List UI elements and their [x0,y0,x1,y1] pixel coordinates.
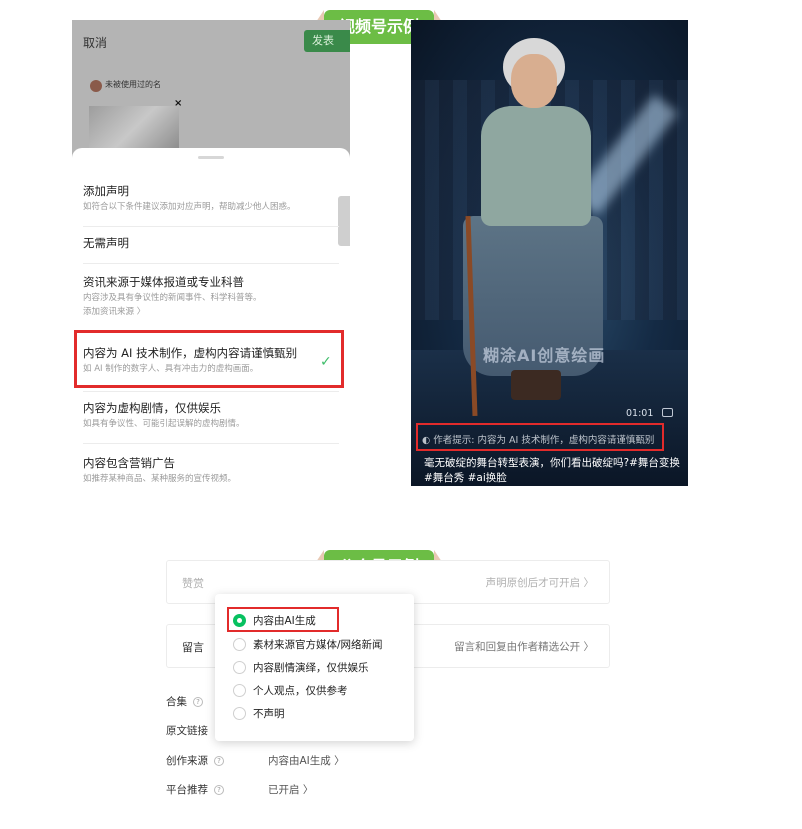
highlight-box [227,607,339,632]
appreciate-label: 赞赏 [182,577,204,590]
divider [83,443,339,444]
video-caption: 毫无破绽的舞台转型表演，你们看出破绽吗?#舞台变换 #舞台秀 #ai换脸 [424,457,680,484]
highlight-box [416,423,664,451]
avatar [90,80,102,92]
unused-name-label: 未被使用过的名 [105,80,161,89]
video-player[interactable]: 糊涂AI创意绘画 01:01 ◐ 作者提示: 内容为 AI 技术制作，虚构内容请… [411,20,688,486]
option-label: 内容剧情演绎，仅供娱乐 [253,662,369,674]
divider [83,391,339,392]
option-subtitle: 如具有争议性、可能引起误解的虚构剧情。 [83,419,245,429]
help-icon[interactable]: ? [214,756,224,766]
radio-unselected[interactable] [233,638,246,651]
option-title: 无需声明 [83,236,129,250]
original-link-label: 原文链接 [166,725,208,737]
option-no-declaration[interactable]: 无需声明 [83,236,339,251]
help-icon[interactable]: ? [214,785,224,795]
original-link-row[interactable]: 原文链接 [166,723,208,738]
creation-source-row[interactable]: 创作来源? [166,753,224,768]
radio-unselected[interactable] [233,707,246,720]
option-title: 资讯来源于媒体报道或专业科普 [83,275,244,289]
cancel-button[interactable]: 取消 [83,34,107,51]
publish-button[interactable]: 发表 [304,30,350,52]
figure-face [511,54,557,108]
close-icon[interactable]: × [174,98,182,109]
divider [83,263,339,264]
option-label: 个人观点，仅供参考 [253,685,348,697]
option-title: 内容包含营销广告 [83,456,175,470]
radio-unselected[interactable] [233,684,246,697]
video-thumbnail [89,106,179,152]
declaration-title: 添加声明 [83,184,129,198]
help-icon[interactable]: ? [193,697,203,707]
creation-source-value[interactable]: 内容由AI生成 〉 [268,753,345,768]
figure-torso [481,106,591,226]
creation-source-label: 创作来源 [166,755,208,767]
option-news-source[interactable]: 资讯来源于媒体报道或专业科普 内容涉及具有争议性的新闻事件、科学科普等。 添加资… [83,275,339,319]
declaration-screen: 取消 发表 未被使用过的名 × 添加声明 如符合以下条件建议添加对应声明，帮助减… [72,20,350,486]
option-title: 内容为虚构剧情，仅供娱乐 [83,401,221,415]
platform-recommend-row[interactable]: 平台推荐? [166,782,224,797]
add-news-source-link[interactable]: 添加资讯来源 〉 [83,306,339,319]
declaration-hint: 如符合以下条件建议添加对应声明，帮助减少他人困惑。 [83,202,296,212]
option-subtitle: 如推荐某种商品、某种服务的宣传视频。 [83,474,237,484]
option-label: 素材来源官方媒体/网络新闻 [253,639,383,651]
divider [83,226,339,227]
platform-recommend-value[interactable]: 已开启 〉 [268,782,313,797]
radio-unselected[interactable] [233,661,246,674]
collection-label: 合集 [166,696,187,708]
video-duration: 01:01 [626,408,654,419]
scrollbar[interactable] [338,196,350,246]
watermark: 糊涂AI创意绘画 [483,346,606,365]
platform-recommend-label: 平台推荐 [166,784,208,796]
option-label: 不声明 [253,708,285,720]
declaration-header: 添加声明 如符合以下条件建议添加对应声明，帮助减少他人困惑。 [83,184,339,214]
option-marketing[interactable]: 内容包含营销广告 如推荐某种商品、某种服务的宣传视频。 [83,456,339,486]
comment-icon[interactable] [662,408,673,417]
appreciate-value: 声明原创后才可开启 〉 [485,577,594,589]
comments-label: 留言 [182,641,204,654]
comments-value[interactable]: 留言和回复由作者精选公开 〉 [454,639,594,654]
option-fictional[interactable]: 内容为虚构剧情，仅供娱乐 如具有争议性、可能引起误解的虚构剧情。 [83,401,339,431]
declaration-sheet: 添加声明 如符合以下条件建议添加对应声明，帮助减少他人困惑。 无需声明 资讯来源… [72,148,350,486]
figure-legs [511,370,561,400]
sheet-handle[interactable] [198,156,224,159]
highlight-box [74,330,344,388]
option-subtitle: 内容涉及具有争议性的新闻事件、科学科普等。 [83,293,262,303]
collection-row[interactable]: 合集? [166,694,203,709]
